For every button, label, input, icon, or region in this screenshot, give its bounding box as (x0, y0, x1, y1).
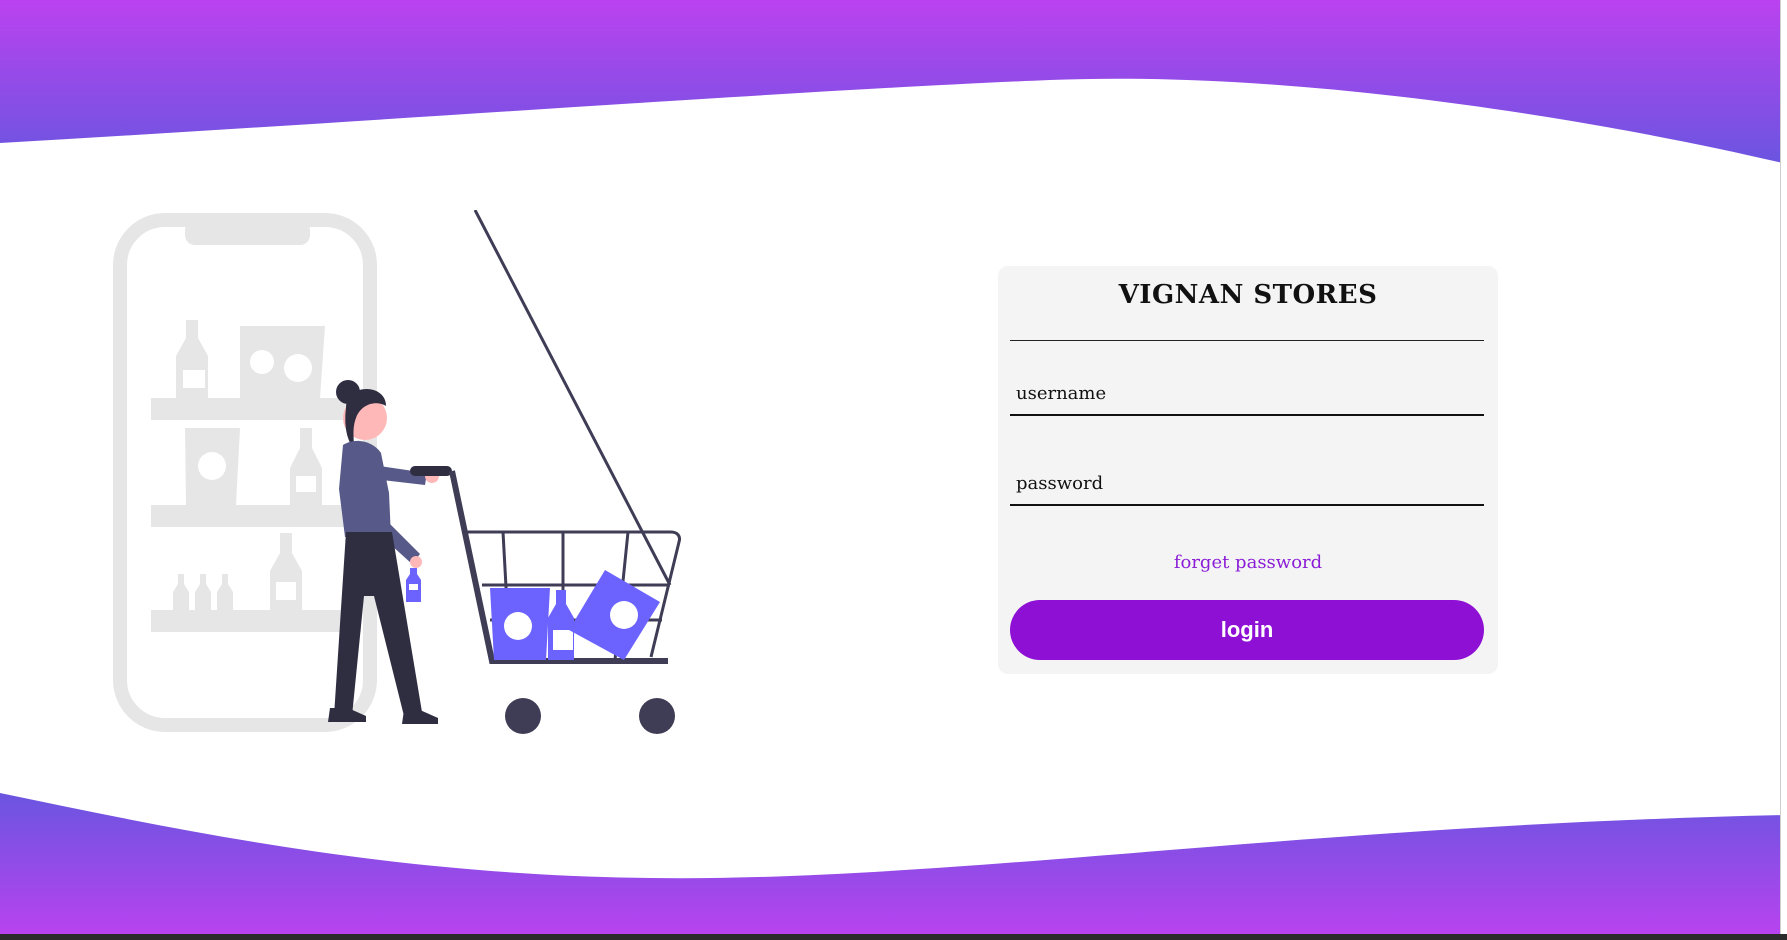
title-divider (1010, 340, 1484, 341)
shopper-figure-icon (328, 380, 439, 724)
window-bottom-edge (0, 934, 1787, 940)
password-input[interactable] (1010, 462, 1484, 506)
login-card: VIGNAN STORES forget password login (998, 266, 1498, 674)
login-button[interactable]: login (1010, 600, 1484, 660)
top-wave-decoration (0, 0, 1787, 164)
page-title: VIGNAN STORES (1118, 280, 1378, 310)
bottom-wave-decoration (0, 793, 1787, 940)
login-page: VIGNAN STORES forget password login (0, 0, 1787, 940)
shopping-cart-illustration (113, 210, 681, 734)
cart-icon (410, 210, 681, 734)
window-right-edge (1780, 0, 1787, 934)
username-input[interactable] (1010, 372, 1484, 416)
forgot-password-link[interactable]: forget password (998, 552, 1498, 573)
phone-outline-icon (113, 213, 377, 732)
